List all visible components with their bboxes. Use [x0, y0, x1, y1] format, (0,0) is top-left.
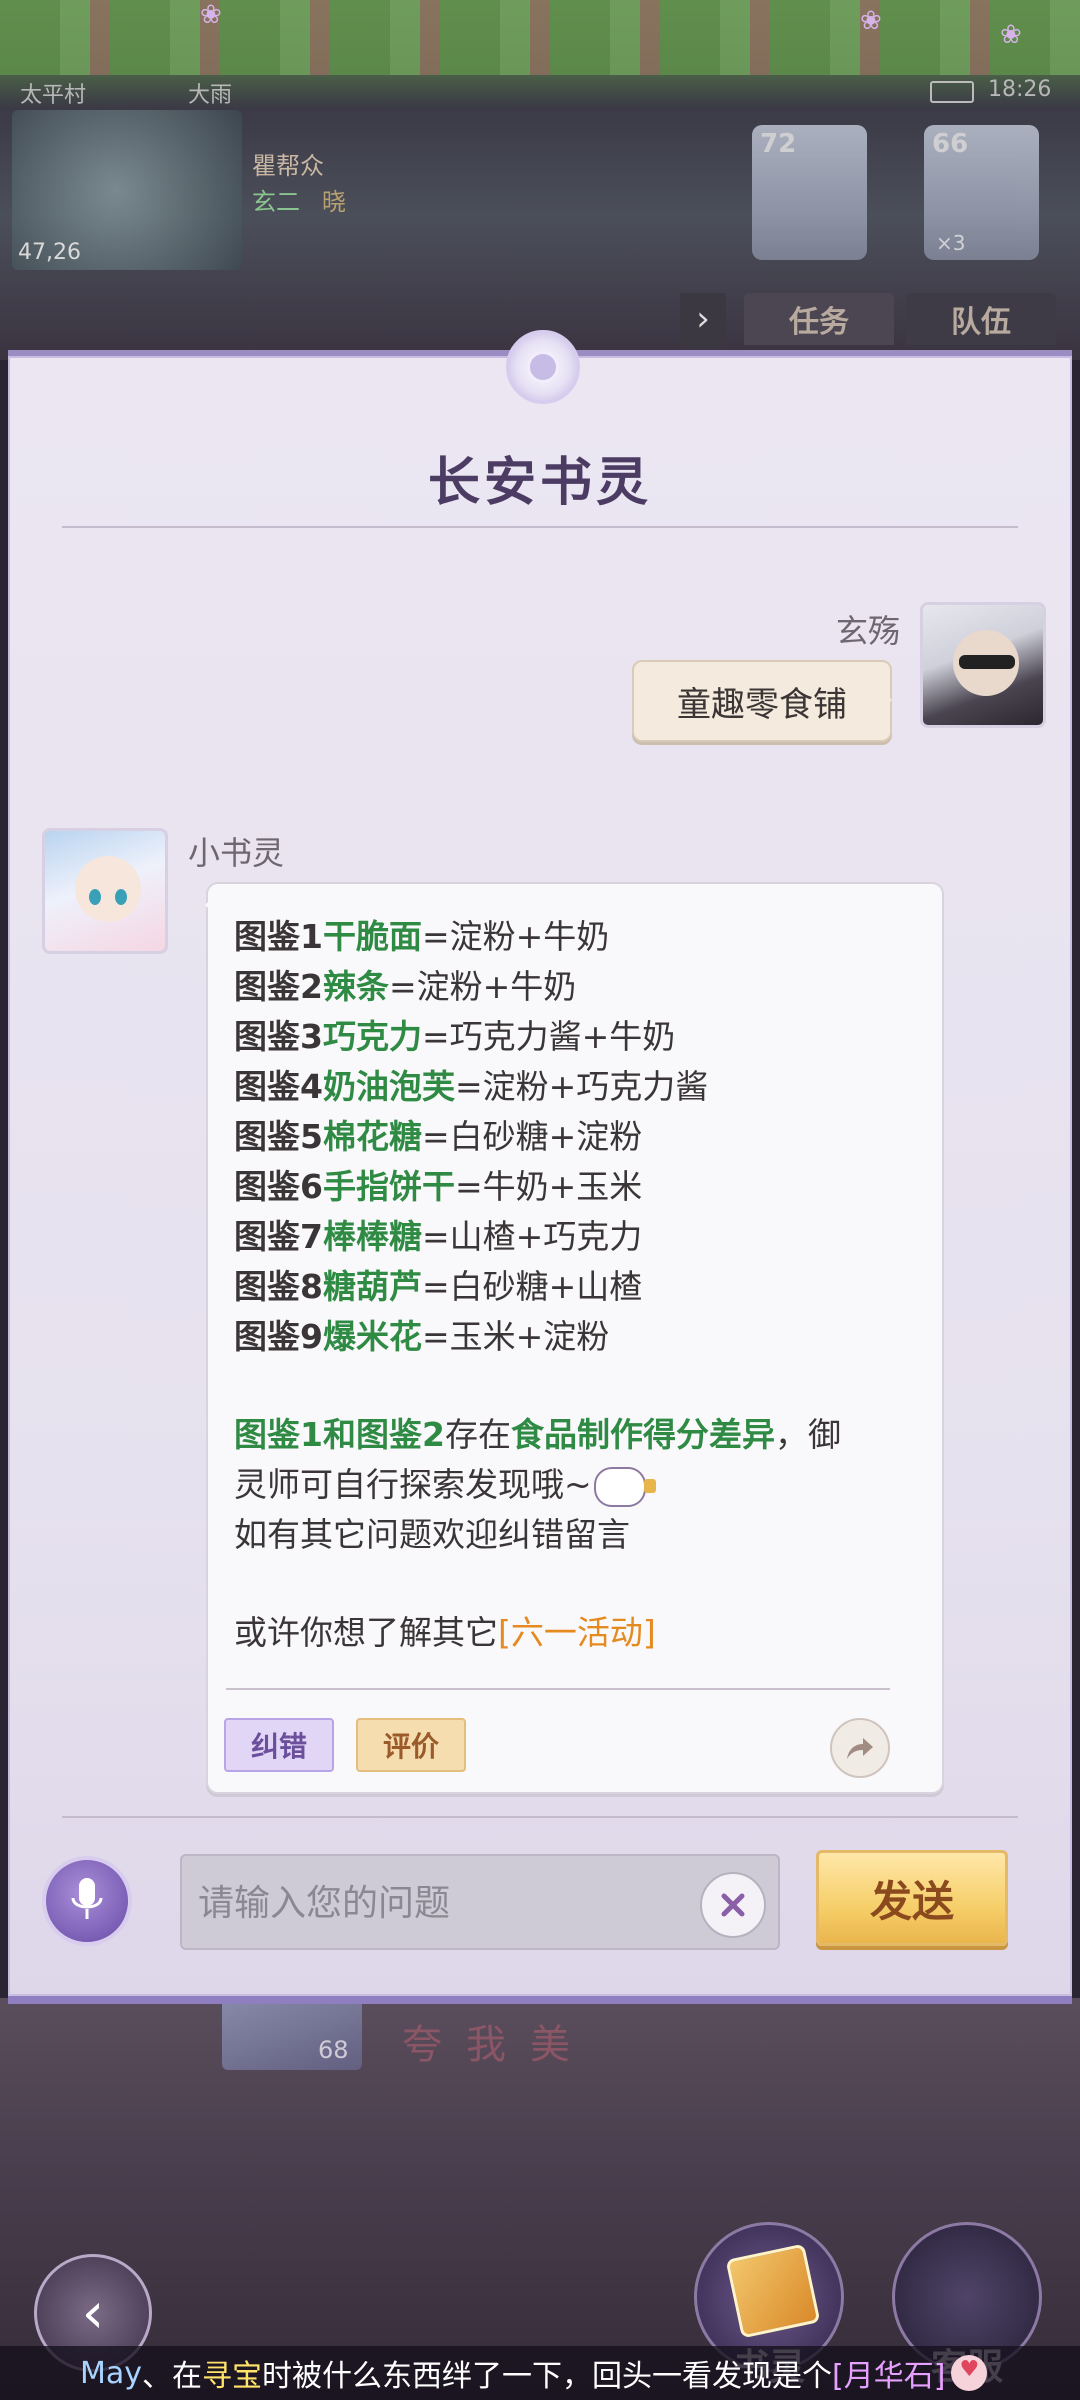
- battery-icon: [930, 81, 974, 103]
- party-portrait[interactable]: 72: [752, 125, 867, 260]
- recipe-line: 图鉴8糖葫芦=白砂糖+山楂: [234, 1267, 643, 1306]
- recipe-line: 图鉴2辣条=淀粉+牛奶: [234, 967, 577, 1006]
- status-bar: 太平村 大雨 18:26: [0, 75, 1080, 108]
- guild-label: 瞿帮众: [252, 152, 324, 180]
- map-coordinates: 47,26: [18, 240, 81, 265]
- sunglasses-icon: [959, 655, 1015, 669]
- recipe-line: 图鉴4奶油泡芙=淀粉+巧克力酱: [234, 1067, 709, 1106]
- send-button[interactable]: 发送: [816, 1850, 1008, 1946]
- user-avatar: [920, 602, 1046, 728]
- banner-text: 夸我美: [402, 2022, 594, 2068]
- moon-ornament-icon: [506, 330, 580, 404]
- ghost-emoji-icon: [593, 1466, 656, 1507]
- hero-level: 68: [318, 2036, 349, 2064]
- flower-decoration: ❀: [200, 0, 222, 30]
- clock: 18:26: [988, 77, 1052, 102]
- user-name: 玄殇: [836, 612, 901, 650]
- weather-label: 大雨: [188, 83, 233, 108]
- bot-message-bubble: 图鉴1干脆面=淀粉+牛奶 图鉴2辣条=淀粉+牛奶 图鉴3巧克力=巧克力酱+牛奶 …: [205, 882, 944, 1794]
- recipe-line: 图鉴6手指饼干=牛奶+玉米: [234, 1167, 643, 1206]
- portrait-level: 72: [760, 129, 797, 159]
- recipe-line: 图鉴9爆米花=玉米+淀粉: [234, 1317, 610, 1356]
- question-input-container: [180, 1854, 780, 1950]
- note-line: 灵师可自行探索发现哦~: [234, 1458, 656, 1507]
- rate-button[interactable]: 评价: [356, 1718, 466, 1772]
- flower-decoration: ❀: [1000, 20, 1022, 50]
- share-arrow-icon: [847, 1738, 873, 1759]
- ticker-item: [月华石]: [832, 2359, 946, 2394]
- suggest-link[interactable]: [六一活动]: [498, 1613, 656, 1652]
- portrait-level: 66: [932, 129, 969, 159]
- clear-input-button[interactable]: [700, 1872, 766, 1938]
- recipe-line: 图鉴7棒棒糖=山楂+巧克力: [234, 1217, 643, 1256]
- title-divider: [62, 526, 1018, 528]
- ticker-place: 寻宝: [202, 2359, 263, 2394]
- close-icon: [721, 1893, 745, 1917]
- bot-name: 小书灵: [188, 834, 285, 872]
- bubble-divider: [226, 1688, 890, 1690]
- tab-team[interactable]: 队伍: [906, 293, 1056, 345]
- garden-background: [0, 0, 1080, 75]
- user-message-text: 童趣零食铺: [677, 684, 847, 725]
- party-portrait[interactable]: 66 ×3: [924, 125, 1039, 260]
- location-label: 太平村: [20, 83, 87, 108]
- portrait-extra: ×3: [936, 231, 966, 255]
- tab-quest[interactable]: 任务: [744, 293, 894, 345]
- flower-decoration: ❀: [860, 6, 882, 36]
- system-ticker: May 、在 寻宝 时被什么东西绊了一下，回头一看发现是个 [月华石]: [0, 2346, 1080, 2400]
- microphone-icon: [71, 1878, 103, 1919]
- share-button[interactable]: [830, 1718, 890, 1778]
- player-tag: 玄二: [252, 188, 300, 216]
- ticker-user: May: [80, 2355, 143, 2391]
- suggest-line: 或许你想了解其它[六一活动]: [234, 1613, 656, 1652]
- expand-arrow-icon[interactable]: ›: [680, 293, 726, 345]
- love-emoji-icon: [951, 2355, 988, 2391]
- correct-button[interactable]: 纠错: [224, 1718, 334, 1772]
- back-arrow-icon: ‹: [81, 2280, 105, 2346]
- recipe-line: 图鉴5棉花糖=白砂糖+淀粉: [234, 1117, 643, 1156]
- dialog-title: 长安书灵: [427, 453, 652, 513]
- user-message-bubble: 童趣零食铺: [632, 660, 892, 742]
- recipe-line: 图鉴1干脆面=淀粉+牛奶: [234, 917, 610, 956]
- input-divider: [62, 1816, 1018, 1818]
- question-input[interactable]: [196, 1874, 700, 1932]
- book-card-icon: [725, 2243, 821, 2339]
- player-tag-secondary: 晓: [322, 188, 346, 216]
- recipe-line: 图鉴3巧克力=巧克力酱+牛奶: [234, 1017, 676, 1056]
- note-line: 图鉴1和图鉴2存在食品制作得分差异，御: [234, 1415, 841, 1454]
- voice-input-button[interactable]: [42, 1856, 132, 1946]
- bot-avatar: [42, 828, 168, 954]
- note-line: 如有其它问题欢迎纠错留言: [234, 1515, 630, 1554]
